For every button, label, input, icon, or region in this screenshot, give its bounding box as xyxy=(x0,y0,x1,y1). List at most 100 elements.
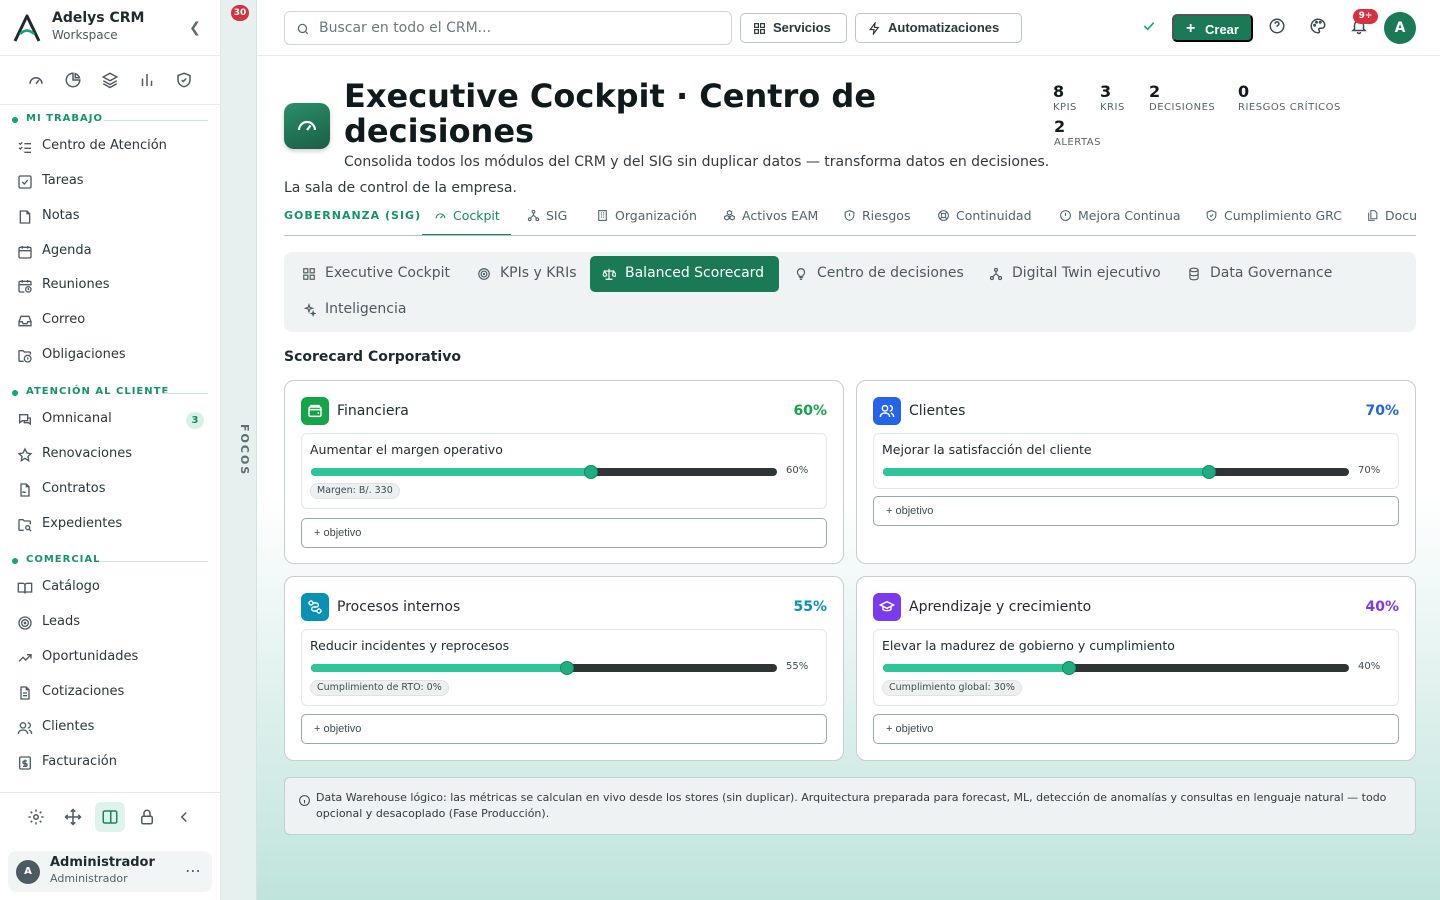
tab-sig[interactable]: SIG xyxy=(527,203,577,235)
route-icon xyxy=(301,593,329,621)
tab-documentos[interactable]: Docu xyxy=(1366,203,1416,235)
tab-inteligencia[interactable]: Inteligencia xyxy=(290,292,420,328)
sidebar-item-notas[interactable]: Notas xyxy=(10,202,210,232)
shield-check-icon[interactable] xyxy=(175,71,195,91)
sidebar-item-label: Omnicanal xyxy=(42,411,112,426)
objective-item: Reducir incidentes y reprocesos 55% Cump… xyxy=(301,629,827,706)
tab-balanced-scorecard[interactable]: Balanced Scorecard xyxy=(590,256,779,292)
stat-label: ALERTAS xyxy=(1054,137,1101,148)
add-objective-button[interactable]: + objetivo xyxy=(301,518,827,548)
sidebar-item-facturacion[interactable]: Facturación xyxy=(10,748,210,778)
sidebar-item-label: Oportunidades xyxy=(42,649,139,664)
slider-handle[interactable] xyxy=(1202,465,1217,479)
servicios-button[interactable]: Servicios xyxy=(740,13,847,43)
objective-name: Mejorar la satisfacción del cliente xyxy=(882,442,1092,457)
sidebar-item-oportunidades[interactable]: Oportunidades xyxy=(10,643,210,673)
slider-handle[interactable] xyxy=(583,465,598,479)
objective-progress-slider[interactable] xyxy=(311,661,777,675)
servicios-label: Servicios xyxy=(773,20,831,35)
sidebar-item-correo[interactable]: Correo xyxy=(10,306,210,336)
sidebar-item-catalogo[interactable]: Catálogo xyxy=(10,573,210,603)
tab-continuidad[interactable]: Continuidad xyxy=(937,203,1037,235)
sidebar-item-leads[interactable]: Leads xyxy=(10,608,210,638)
section-dot xyxy=(12,117,18,123)
stat-value: 0 xyxy=(1238,82,1250,101)
cockpit-gauge-icon xyxy=(284,103,330,149)
objective-name: Reducir incidentes y reprocesos xyxy=(310,638,510,653)
add-objective-button[interactable]: + objetivo xyxy=(301,714,827,744)
sidebar-item-reuniones[interactable]: Reuniones xyxy=(10,271,210,301)
tab-data-governance[interactable]: Data Governance xyxy=(1175,256,1345,292)
automatizaciones-button[interactable]: Automatizaciones xyxy=(855,13,1022,43)
book-open-icon xyxy=(17,580,33,596)
focos-panel[interactable]: 30 FOCOS xyxy=(221,0,257,900)
layers-icon[interactable] xyxy=(101,71,121,91)
tab-organizacion[interactable]: Organización xyxy=(596,203,697,235)
folder-search-icon xyxy=(17,517,33,533)
add-objective-button[interactable]: + objetivo xyxy=(873,496,1399,526)
tab-executive-cockpit[interactable]: Executive Cockpit xyxy=(290,256,460,292)
pie-chart-icon[interactable] xyxy=(64,71,84,91)
sidebar-item-renovaciones[interactable]: Renovaciones xyxy=(10,440,210,470)
section-divider xyxy=(162,393,208,394)
tab-label: Digital Twin ejecutivo xyxy=(1012,265,1161,281)
objective-progress-slider[interactable] xyxy=(883,661,1349,675)
sidebar-item-contratos[interactable]: Contratos xyxy=(10,475,210,505)
tab-label: Docu xyxy=(1385,208,1416,223)
section-dot xyxy=(12,390,18,396)
plus-icon: + xyxy=(1186,20,1196,37)
stat-value: 3 xyxy=(1100,82,1112,101)
move-icon[interactable] xyxy=(58,802,88,832)
collapse-chevron-left-icon[interactable] xyxy=(169,802,199,832)
tab-label: Cockpit xyxy=(453,208,500,223)
user-profile-card[interactable]: A Administrador Administrador ⋯ xyxy=(8,851,212,892)
tab-activos-eam[interactable]: Activos EAM xyxy=(723,203,823,235)
user-avatar-button[interactable]: A xyxy=(1384,12,1416,44)
tab-label: SIG xyxy=(546,208,568,223)
more-options-icon[interactable]: ⋯ xyxy=(185,861,202,880)
bar-chart-icon[interactable] xyxy=(138,71,158,91)
sidebar-item-label: Clientes xyxy=(42,719,95,734)
objective-progress-slider[interactable] xyxy=(311,465,777,479)
tab-label: Balanced Scorecard xyxy=(625,265,765,281)
tab-cumplimiento-grc[interactable]: Cumplimiento GRC xyxy=(1205,203,1345,235)
help-circle-icon[interactable] xyxy=(1268,17,1288,37)
chevron-left-icon[interactable]: ❮ xyxy=(186,18,204,38)
gauge-icon[interactable] xyxy=(27,71,47,91)
stat-label: KPIS xyxy=(1053,102,1077,113)
gauge-icon xyxy=(435,213,446,219)
panel-layout-icon[interactable] xyxy=(95,802,125,832)
objective-percent: 60% xyxy=(786,465,809,476)
sidebar-item-obligaciones[interactable]: Obligaciones xyxy=(10,341,210,371)
search-input[interactable] xyxy=(319,18,719,38)
palette-icon[interactable] xyxy=(1309,17,1329,37)
perspective-percent: 40% xyxy=(1365,599,1399,615)
objective-progress-slider[interactable] xyxy=(883,465,1349,479)
tab-cockpit[interactable]: Cockpit xyxy=(422,203,511,235)
stat-value: 2 xyxy=(1054,117,1066,136)
tab-riesgos[interactable]: Riesgos xyxy=(843,203,918,235)
tab-centro-decisiones[interactable]: Centro de decisiones xyxy=(782,256,972,292)
sidebar-item-tareas[interactable]: Tareas xyxy=(10,167,210,197)
lock-icon[interactable] xyxy=(132,802,162,832)
add-objective-button[interactable]: + objetivo xyxy=(873,714,1399,744)
crear-button[interactable]: + Crear xyxy=(1172,14,1253,42)
sidebar-item-centro-atencion[interactable]: Centro de Atención xyxy=(10,132,210,162)
sidebar-item-label: Expedientes xyxy=(42,516,123,531)
sidebar-item-expedientes[interactable]: Expedientes xyxy=(10,510,210,540)
sidebar-item-label: Tareas xyxy=(42,173,84,188)
page-subtitle: La sala de control de la empresa. xyxy=(284,180,517,196)
sidebar-item-cotizaciones[interactable]: Cotizaciones xyxy=(10,678,210,708)
sidebar-item-agenda[interactable]: Agenda xyxy=(10,237,210,267)
settings-gear-icon[interactable] xyxy=(21,802,51,832)
sidebar-item-label: Agenda xyxy=(42,243,92,258)
data-warehouse-info: Data Warehouse lógico: las métricas se c… xyxy=(284,777,1416,835)
slider-handle[interactable] xyxy=(1062,661,1077,675)
tab-digital-twin[interactable]: Digital Twin ejecutivo xyxy=(977,256,1171,292)
slider-handle[interactable] xyxy=(560,661,575,675)
tab-mejora-continua[interactable]: Mejora Continua xyxy=(1059,203,1184,235)
sidebar-item-omnicanal[interactable]: Omnicanal 3 xyxy=(10,405,210,435)
sidebar-item-clientes[interactable]: Clientes xyxy=(10,713,210,743)
objective-item: Aumentar el margen operativo 60% Margen:… xyxy=(301,433,827,509)
tab-kpis-kris[interactable]: KPIs y KRIs xyxy=(465,256,581,292)
